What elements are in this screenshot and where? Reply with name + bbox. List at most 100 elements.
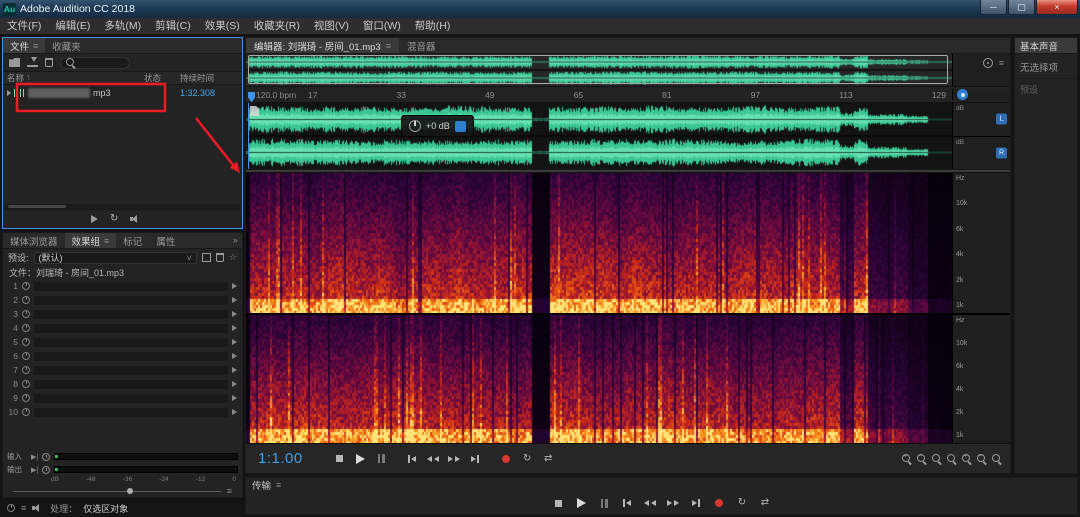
close-button[interactable]: ×	[1036, 0, 1078, 15]
menu-help[interactable]: 帮助(H)	[408, 18, 458, 35]
stop-button[interactable]	[329, 450, 350, 468]
menu-effects[interactable]: 效果(S)	[198, 18, 247, 35]
effect-slot[interactable]: 10	[3, 405, 242, 419]
fast-forward-button[interactable]	[444, 450, 465, 468]
menu-edit[interactable]: 编辑(E)	[48, 18, 97, 35]
loop-playback-button[interactable]: ↻	[732, 494, 753, 512]
stop-button[interactable]	[548, 494, 569, 512]
slot-arrow-icon[interactable]	[232, 395, 237, 401]
effect-slot[interactable]: 1	[3, 279, 242, 293]
menu-multitrack[interactable]: 多轨(M)	[97, 18, 148, 35]
zoom-out-icon[interactable]: −	[916, 453, 927, 464]
power-icon[interactable]	[22, 394, 30, 402]
slot-arrow-icon[interactable]	[232, 409, 237, 415]
settings-icon[interactable]	[983, 58, 993, 68]
pause-button[interactable]	[594, 494, 615, 512]
volume-hud[interactable]: +0 dB	[401, 115, 474, 137]
delete-preset-icon[interactable]	[216, 253, 224, 262]
effect-slot[interactable]: 2	[3, 293, 242, 307]
menu-icon[interactable]: ≡	[999, 58, 1004, 68]
monitor-icon[interactable]	[957, 89, 968, 100]
timeline-ruler[interactable]: 120.0 bpm 17 33 49 65 81 97 113 129	[246, 90, 952, 100]
effect-slot[interactable]: 7	[3, 363, 242, 377]
column-duration[interactable]: 持续时间	[180, 72, 238, 84]
right-channel-button[interactable]: R	[996, 147, 1007, 158]
spectrogram-display[interactable]	[246, 315, 952, 443]
skip-to-start-button[interactable]	[402, 450, 423, 468]
effect-field[interactable]	[34, 310, 228, 319]
tab-overflow-icon[interactable]: »	[229, 233, 242, 248]
loop-preview-icon[interactable]: ↻	[110, 214, 118, 224]
effect-slot[interactable]: 9	[3, 391, 242, 405]
slot-arrow-icon[interactable]	[232, 283, 237, 289]
input-knob-icon[interactable]	[42, 453, 50, 461]
zoom-reset-icon[interactable]	[991, 453, 1002, 464]
panel-menu-icon[interactable]: ≡	[386, 41, 391, 51]
skip-to-start-button[interactable]	[617, 494, 638, 512]
tab-essential-sound[interactable]: 基本声音	[1015, 38, 1077, 54]
tab-mixer[interactable]: 混音器	[399, 38, 444, 53]
loop-playback-button[interactable]: ↻	[517, 450, 538, 468]
effect-field[interactable]	[34, 296, 228, 305]
rewind-button[interactable]	[640, 494, 661, 512]
power-icon[interactable]	[22, 366, 30, 374]
panel-menu-icon[interactable]: ≡	[104, 236, 109, 246]
skip-to-end-button[interactable]	[465, 450, 486, 468]
record-button[interactable]	[709, 494, 730, 512]
menu-file[interactable]: 文件(F)	[0, 18, 48, 35]
power-icon[interactable]	[22, 352, 30, 360]
spectrogram-display[interactable]	[246, 173, 952, 313]
record-button[interactable]	[496, 450, 517, 468]
effect-field[interactable]	[34, 380, 228, 389]
slot-arrow-icon[interactable]	[232, 297, 237, 303]
effect-field[interactable]	[34, 324, 228, 333]
menu-clip[interactable]: 剪辑(C)	[148, 18, 198, 35]
left-channel-button[interactable]: L	[996, 114, 1007, 125]
process-value[interactable]: 仅选区对象	[83, 502, 128, 515]
slot-arrow-icon[interactable]	[232, 353, 237, 359]
panel-menu-icon[interactable]: ≡	[21, 503, 26, 513]
expand-icon[interactable]	[7, 90, 11, 96]
tab-media-browser[interactable]: 媒体浏览器	[3, 233, 65, 248]
preset-dropdown[interactable]: (默认) ˅	[34, 252, 197, 264]
speaker-icon[interactable]	[130, 214, 142, 224]
effect-slot[interactable]: 3	[3, 307, 242, 321]
power-icon[interactable]	[22, 338, 30, 346]
effect-slot[interactable]: 4	[3, 321, 242, 335]
files-horizontal-scrollbar[interactable]	[5, 204, 240, 209]
slot-arrow-icon[interactable]	[232, 311, 237, 317]
power-icon[interactable]	[22, 310, 30, 318]
time-display[interactable]: 1:1.00	[258, 450, 303, 467]
open-file-icon[interactable]	[9, 58, 20, 67]
skip-selection-button[interactable]: ⇄	[538, 450, 559, 468]
tab-markers[interactable]: 标记	[116, 233, 149, 248]
skip-selection-button[interactable]: ⇄	[755, 494, 776, 512]
effect-slot[interactable]: 8	[3, 377, 242, 391]
play-button[interactable]	[350, 450, 371, 468]
zoom-out-vertical-icon[interactable]: −	[976, 453, 987, 464]
overview-waveform[interactable]	[246, 54, 952, 86]
power-icon[interactable]	[22, 408, 30, 416]
fast-forward-button[interactable]	[663, 494, 684, 512]
tab-effects-rack[interactable]: 效果组 ≡	[65, 233, 117, 248]
trash-icon[interactable]	[45, 58, 53, 67]
save-preset-icon[interactable]	[202, 253, 211, 262]
monitor-input-icon[interactable]: ▶|	[31, 453, 38, 461]
power-icon[interactable]	[22, 296, 30, 304]
effect-slot[interactable]: 5	[3, 335, 242, 349]
waveform-display[interactable]	[246, 103, 952, 169]
tab-editor[interactable]: 编辑器: 刘瑞琦 - 房间_01.mp3 ≡	[246, 38, 399, 53]
zoom-in-icon[interactable]: +	[901, 453, 912, 464]
monitor-output-icon[interactable]: ▶|	[31, 466, 38, 474]
playhead-marker[interactable]	[248, 92, 255, 103]
tab-properties[interactable]: 属性	[149, 233, 182, 248]
effect-field[interactable]	[34, 338, 228, 347]
effect-field[interactable]	[34, 408, 228, 417]
skip-to-end-button[interactable]	[686, 494, 707, 512]
zoom-in-vertical-icon[interactable]: +	[961, 453, 972, 464]
effect-field[interactable]	[34, 282, 228, 291]
zoom-full-icon[interactable]	[946, 453, 957, 464]
tab-files[interactable]: 文件 ≡	[3, 38, 45, 53]
speaker-icon[interactable]	[32, 503, 44, 513]
hud-pin-icon[interactable]	[455, 121, 466, 132]
